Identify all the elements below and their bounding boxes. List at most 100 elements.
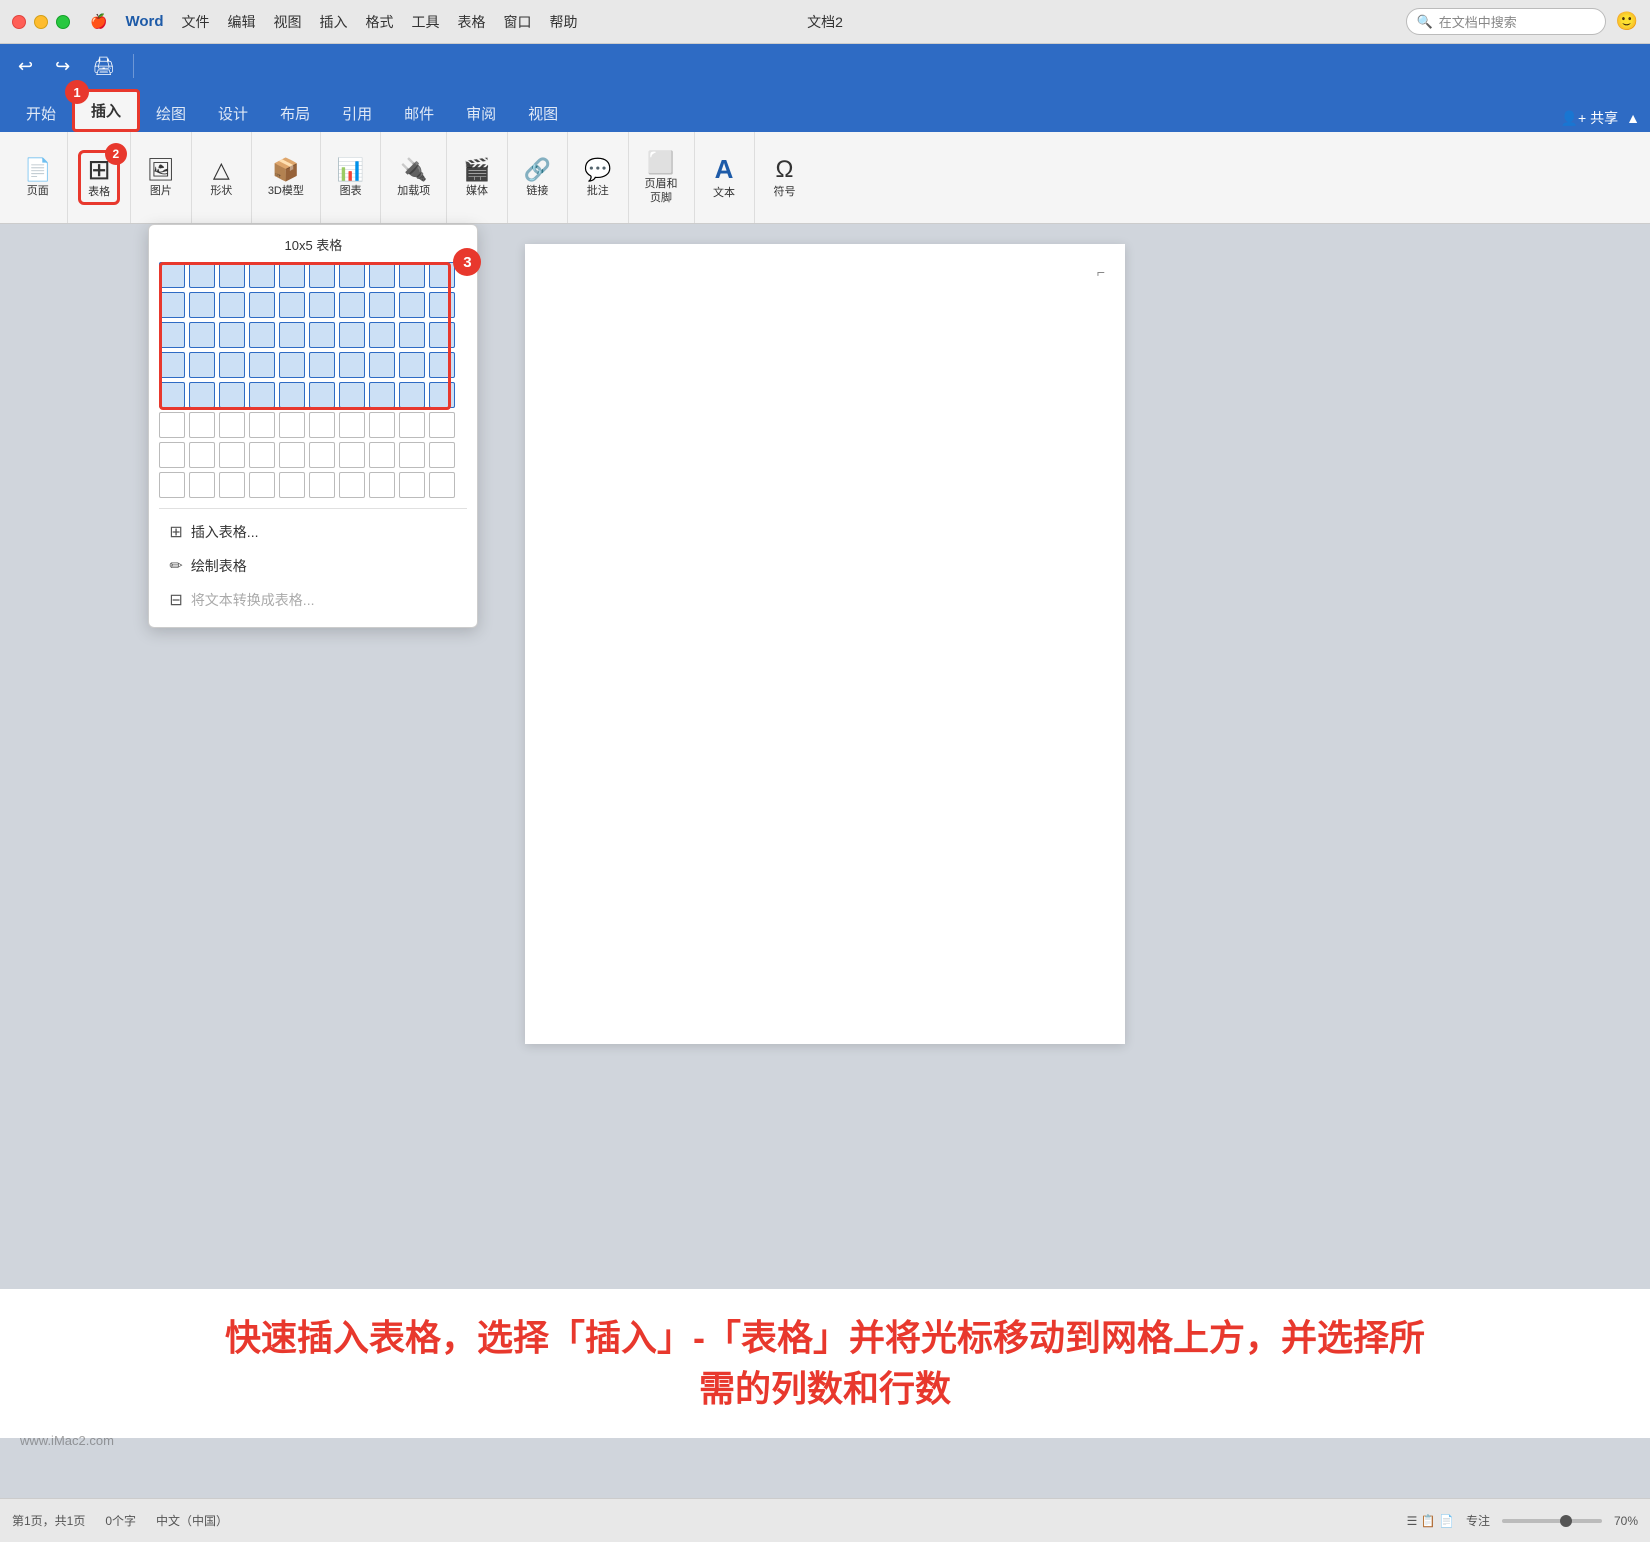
- table-cell[interactable]: [339, 262, 365, 288]
- table-cell[interactable]: [429, 352, 455, 378]
- undo-button[interactable]: ↩: [10, 52, 41, 81]
- table-cell[interactable]: [189, 412, 215, 438]
- table-cell[interactable]: [339, 322, 365, 348]
- table-cell[interactable]: [249, 412, 275, 438]
- print-button[interactable]: 🖨: [84, 52, 123, 81]
- table-cell[interactable]: [279, 442, 305, 468]
- account-icon[interactable]: 🙂: [1616, 11, 1638, 32]
- table-cell[interactable]: [249, 472, 275, 498]
- help-menu-item[interactable]: 帮助: [550, 12, 578, 32]
- table-cell[interactable]: [369, 292, 395, 318]
- collapse-ribbon-button[interactable]: ▲: [1626, 110, 1640, 126]
- table-cell[interactable]: [399, 412, 425, 438]
- table-button[interactable]: ⊞ 表格 2: [78, 150, 119, 205]
- table-cell[interactable]: [279, 292, 305, 318]
- table-cell[interactable]: [429, 322, 455, 348]
- table-cell[interactable]: [279, 472, 305, 498]
- addins-button[interactable]: 🔌 加载项: [391, 154, 436, 201]
- table-cell[interactable]: [189, 442, 215, 468]
- table-cell[interactable]: [279, 412, 305, 438]
- table-cell[interactable]: [189, 322, 215, 348]
- shapes-button[interactable]: △ 形状: [204, 154, 238, 201]
- table-cell[interactable]: [429, 472, 455, 498]
- table-cell[interactable]: [189, 382, 215, 408]
- tab-view[interactable]: 视图: [512, 95, 574, 132]
- 3d-button[interactable]: 📦 3D模型: [262, 154, 310, 201]
- table-cell[interactable]: [219, 382, 245, 408]
- table-cell[interactable]: [159, 262, 185, 288]
- window-menu-item[interactable]: 窗口: [504, 12, 532, 32]
- table-cell[interactable]: [159, 472, 185, 498]
- table-grid[interactable]: [159, 262, 467, 500]
- table-cell[interactable]: [159, 292, 185, 318]
- table-cell[interactable]: [309, 262, 335, 288]
- table-cell[interactable]: [159, 382, 185, 408]
- table-cell[interactable]: [279, 262, 305, 288]
- link-button[interactable]: 🔗 链接: [518, 154, 557, 201]
- view-menu-item[interactable]: 视图: [274, 12, 302, 32]
- table-cell[interactable]: [399, 292, 425, 318]
- file-menu-item[interactable]: 文件: [182, 12, 210, 32]
- page-button[interactable]: 📄 页面: [18, 154, 57, 201]
- table-cell[interactable]: [189, 352, 215, 378]
- table-cell[interactable]: [189, 472, 215, 498]
- insert-table-item[interactable]: ⊞ 插入表格...: [159, 515, 467, 549]
- table-cell[interactable]: [339, 412, 365, 438]
- table-cell[interactable]: [249, 322, 275, 348]
- tab-mailings[interactable]: 邮件: [388, 95, 450, 132]
- table-cell[interactable]: [279, 382, 305, 408]
- table-cell[interactable]: [369, 262, 395, 288]
- pictures-button[interactable]: 🖼 图片: [141, 154, 181, 201]
- tab-layout[interactable]: 布局: [264, 95, 326, 132]
- table-cell[interactable]: [189, 292, 215, 318]
- table-cell[interactable]: [249, 352, 275, 378]
- tab-draw[interactable]: 绘图: [140, 95, 202, 132]
- table-cell[interactable]: [309, 322, 335, 348]
- table-cell[interactable]: [399, 352, 425, 378]
- tab-insert[interactable]: 插入 1: [72, 89, 140, 132]
- tab-design[interactable]: 设计: [202, 95, 264, 132]
- table-cell[interactable]: [159, 442, 185, 468]
- format-menu-item[interactable]: 格式: [366, 12, 394, 32]
- tab-review[interactable]: 审阅: [450, 95, 512, 132]
- close-button[interactable]: [12, 15, 26, 29]
- table-cell[interactable]: [219, 442, 245, 468]
- maximize-button[interactable]: [56, 15, 70, 29]
- tab-references[interactable]: 引用: [326, 95, 388, 132]
- redo-button[interactable]: ↪: [47, 52, 78, 81]
- table-cell[interactable]: [369, 352, 395, 378]
- table-cell[interactable]: [369, 412, 395, 438]
- table-cell[interactable]: [339, 472, 365, 498]
- table-cell[interactable]: [279, 322, 305, 348]
- table-cell[interactable]: [309, 382, 335, 408]
- table-cell[interactable]: [219, 472, 245, 498]
- draw-table-item[interactable]: ✏ 绘制表格: [159, 549, 467, 583]
- table-cell[interactable]: [399, 262, 425, 288]
- symbol-button[interactable]: Ω 符号: [768, 153, 802, 202]
- table-cell[interactable]: [309, 442, 335, 468]
- table-cell[interactable]: [249, 382, 275, 408]
- table-cell[interactable]: [369, 472, 395, 498]
- search-bar[interactable]: 🔍 在文档中搜索: [1406, 8, 1606, 35]
- table-cell[interactable]: [399, 382, 425, 408]
- table-cell[interactable]: [429, 442, 455, 468]
- table-cell[interactable]: [309, 292, 335, 318]
- table-cell[interactable]: [219, 412, 245, 438]
- share-button[interactable]: 👤+ 共享: [1561, 108, 1619, 128]
- table-cell[interactable]: [279, 352, 305, 378]
- table-cell[interactable]: [159, 322, 185, 348]
- table-cell[interactable]: [249, 442, 275, 468]
- insert-menu-item[interactable]: 插入: [320, 12, 348, 32]
- tab-start[interactable]: 开始: [10, 95, 72, 132]
- minimize-button[interactable]: [34, 15, 48, 29]
- document-page[interactable]: ⌐: [525, 244, 1125, 1044]
- table-cell[interactable]: [399, 322, 425, 348]
- word-menu-item[interactable]: Word: [125, 13, 163, 30]
- table-cell[interactable]: [339, 442, 365, 468]
- comment-button[interactable]: 💬 批注: [578, 154, 617, 201]
- headerfooter-button[interactable]: ⬜ 页眉和页脚: [639, 147, 684, 207]
- table-cell[interactable]: [309, 352, 335, 378]
- edit-menu-item[interactable]: 编辑: [228, 12, 256, 32]
- table-cell[interactable]: [339, 292, 365, 318]
- focus-mode-label[interactable]: 专注: [1466, 1512, 1490, 1529]
